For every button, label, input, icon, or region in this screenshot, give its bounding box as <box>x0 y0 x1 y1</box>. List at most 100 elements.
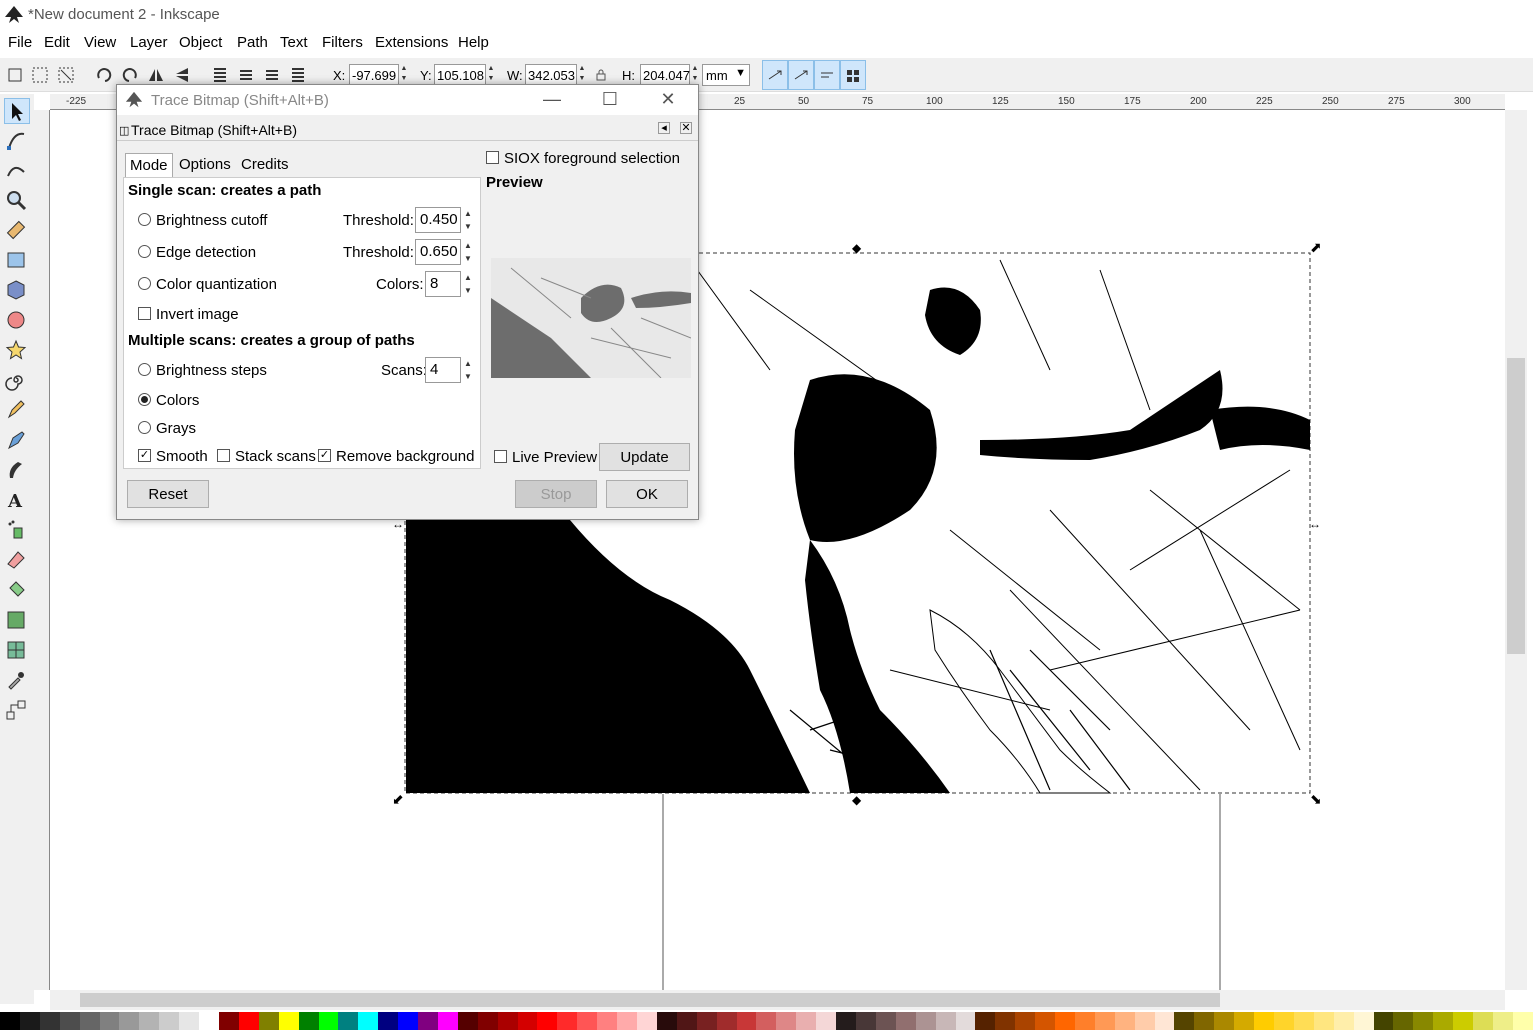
palette-swatch[interactable] <box>1373 1012 1394 1030</box>
palette-swatch[interactable] <box>238 1012 259 1030</box>
palette-swatch[interactable] <box>597 1012 618 1030</box>
minimize-icon[interactable]: — <box>537 89 567 111</box>
palette-swatch[interactable] <box>1293 1012 1314 1030</box>
update-button[interactable]: Update <box>599 443 690 471</box>
palette-swatch[interactable] <box>457 1012 478 1030</box>
lower-to-bottom-icon[interactable] <box>211 66 229 84</box>
palette-swatch[interactable] <box>1134 1012 1155 1030</box>
palette-swatch[interactable] <box>218 1012 239 1030</box>
connector-tool[interactable] <box>4 698 30 724</box>
transform-gradients-toggle[interactable] <box>814 60 840 90</box>
menu-object[interactable]: Object <box>179 34 222 51</box>
rotate-cw-icon[interactable] <box>121 66 139 84</box>
menu-extensions[interactable]: Extensions <box>375 34 448 51</box>
select-all-icon[interactable] <box>6 66 24 84</box>
palette-swatch[interactable] <box>497 1012 518 1030</box>
lower-icon[interactable] <box>237 66 255 84</box>
unit-select[interactable]: mm ▼ <box>702 64 750 86</box>
palette-swatch[interactable] <box>318 1012 339 1030</box>
palette-swatch[interactable] <box>398 1012 419 1030</box>
raise-to-top-icon[interactable] <box>289 66 307 84</box>
dropper-tool[interactable] <box>4 668 30 694</box>
measure-tool[interactable] <box>4 218 30 244</box>
palette-swatch[interactable] <box>836 1012 856 1030</box>
palette-swatch[interactable] <box>955 1012 976 1030</box>
palette-swatch[interactable] <box>1254 1012 1274 1030</box>
star-tool[interactable] <box>4 338 30 364</box>
horizontal-scroll-thumb[interactable] <box>80 993 1220 1007</box>
menu-file[interactable]: File <box>8 34 32 51</box>
palette-swatch[interactable] <box>258 1012 279 1030</box>
palette-swatch[interactable] <box>179 1012 200 1030</box>
h-spinner[interactable]: ▲ ▼ <box>690 64 700 86</box>
tab-options[interactable]: Options <box>175 153 235 177</box>
spray-tool[interactable] <box>4 518 30 544</box>
menu-path[interactable]: Path <box>237 34 268 51</box>
palette-swatch[interactable] <box>776 1012 797 1030</box>
w-spinner[interactable]: ▲ ▼ <box>577 64 587 86</box>
x-input[interactable]: -97.699 <box>349 64 399 86</box>
close-icon[interactable]: ✕ <box>653 89 683 111</box>
palette-swatch[interactable] <box>1194 1012 1215 1030</box>
flip-vertical-icon[interactable] <box>173 66 191 84</box>
scans-input[interactable]: 4 <box>425 357 461 383</box>
palette-swatch[interactable] <box>816 1012 837 1030</box>
palette-swatch[interactable] <box>736 1012 757 1030</box>
color-quantization-radio[interactable] <box>138 277 151 290</box>
menu-help[interactable]: Help <box>458 34 489 51</box>
tab-credits[interactable]: Credits <box>237 153 293 177</box>
palette-swatch[interactable] <box>418 1012 438 1030</box>
palette-swatch[interactable] <box>358 1012 379 1030</box>
pencil-tool[interactable] <box>4 398 30 424</box>
palette-swatch[interactable] <box>577 1012 598 1030</box>
rotate-ccw-icon[interactable] <box>95 66 113 84</box>
remove-background-checkbox[interactable]: ✓ <box>318 449 331 462</box>
w-input[interactable]: 342.053 <box>525 64 577 86</box>
vertical-scroll-thumb[interactable] <box>1507 358 1525 654</box>
palette-swatch[interactable] <box>1114 1012 1135 1030</box>
select-all-layers-icon[interactable] <box>31 66 49 84</box>
palette-swatch[interactable] <box>1512 1012 1533 1030</box>
raise-icon[interactable] <box>263 66 281 84</box>
menu-text[interactable]: Text <box>280 34 308 51</box>
smooth-checkbox[interactable]: ✓ <box>138 449 151 462</box>
colors-radio[interactable] <box>138 393 151 406</box>
iconify-icon[interactable]: ◂ <box>658 122 670 134</box>
palette-swatch[interactable] <box>656 1012 677 1030</box>
palette-swatch[interactable] <box>159 1012 180 1030</box>
palette-swatch[interactable] <box>895 1012 916 1030</box>
palette-swatch[interactable] <box>676 1012 697 1030</box>
brightness-threshold-input[interactable]: 0.450 <box>415 207 461 233</box>
menu-filters[interactable]: Filters <box>322 34 363 51</box>
palette-swatch[interactable] <box>99 1012 120 1030</box>
palette-swatch[interactable] <box>756 1012 777 1030</box>
palette-swatch[interactable] <box>517 1012 538 1030</box>
ellipse-tool[interactable] <box>4 308 30 334</box>
palette-swatch[interactable] <box>975 1012 996 1030</box>
deselect-icon[interactable] <box>57 66 75 84</box>
palette-swatch[interactable] <box>39 1012 60 1030</box>
invert-image-checkbox[interactable] <box>138 307 151 320</box>
scans-spinner[interactable]: ▲ ▼ <box>463 357 473 383</box>
mesh-tool[interactable] <box>4 638 30 664</box>
pen-tool[interactable] <box>4 428 30 454</box>
text-tool[interactable]: A <box>4 488 30 514</box>
3d-box-tool[interactable] <box>4 278 30 304</box>
palette-swatch[interactable] <box>1433 1012 1454 1030</box>
palette-swatch[interactable] <box>557 1012 578 1030</box>
palette-swatch[interactable] <box>1154 1012 1175 1030</box>
menu-layer[interactable]: Layer <box>130 34 168 51</box>
horizontal-scrollbar[interactable] <box>50 990 1505 1010</box>
tab-mode[interactable]: Mode <box>125 153 173 177</box>
lock-icon[interactable] <box>594 68 608 82</box>
palette-swatch[interactable] <box>119 1012 140 1030</box>
palette-swatch[interactable] <box>1074 1012 1095 1030</box>
palette-swatch[interactable] <box>1055 1012 1075 1030</box>
rectangle-tool[interactable] <box>4 248 30 274</box>
palette-swatch[interactable] <box>1274 1012 1294 1030</box>
colors-spinner[interactable]: ▲ ▼ <box>463 271 473 297</box>
flip-horizontal-icon[interactable] <box>147 66 165 84</box>
close-panel-icon[interactable]: ✕ <box>680 122 692 134</box>
gradient-tool[interactable] <box>4 608 30 634</box>
edge-threshold-input[interactable]: 0.650 <box>415 239 461 265</box>
